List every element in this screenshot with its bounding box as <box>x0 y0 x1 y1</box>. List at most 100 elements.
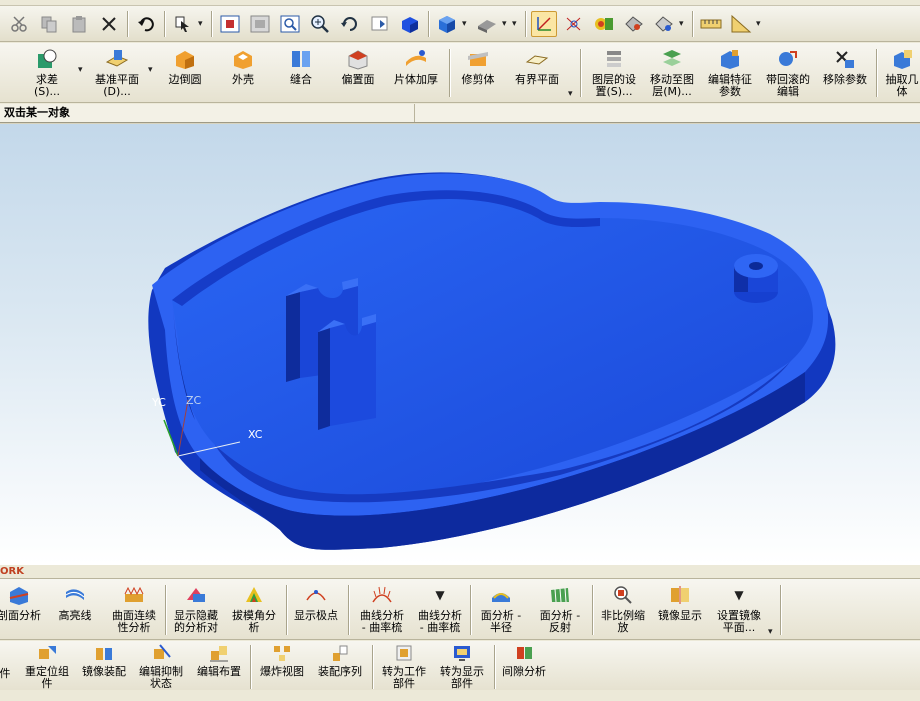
sew-label: 缝合 <box>290 73 312 86</box>
zoom-in-icon[interactable] <box>307 11 333 37</box>
reposition-component-button[interactable]: 重定位组 件 <box>20 643 74 697</box>
toolbar-separator <box>428 10 429 37</box>
zoom-window-icon[interactable] <box>247 11 273 37</box>
toolbar-separator <box>580 49 581 97</box>
toolbar-options-dropdown-icon[interactable]: ▾ <box>512 19 520 29</box>
face-analysis-reflection-icon <box>547 583 573 607</box>
wcs-icon[interactable] <box>531 10 557 37</box>
standard-toolbar: ▾ ▾ ▾ ▾ ▾ ▾ <box>0 6 920 42</box>
offset-face-button[interactable]: 偏置面 <box>333 47 383 101</box>
draft-analysis-button[interactable]: 拔模角分 析 <box>228 583 280 637</box>
fit-icon[interactable] <box>217 11 243 37</box>
graphics-window[interactable]: XC YC ZC <box>0 124 920 564</box>
set-mirror-plane-button[interactable]: ▼ 设置镜像 平面... <box>710 583 768 637</box>
toolbar-separator <box>165 585 166 635</box>
face-analysis-reflection-button[interactable]: 面分析 - 反射 <box>532 583 588 637</box>
clip-icon[interactable] <box>621 11 647 37</box>
mirror-display-button[interactable]: 镜像显示 <box>652 583 708 637</box>
zoom-box-icon[interactable] <box>277 11 303 37</box>
section-analysis-button[interactable]: 剖面分析 <box>0 583 44 637</box>
edge-blend-button[interactable]: 边倒圆 <box>160 47 210 101</box>
measure-icon[interactable] <box>698 11 724 37</box>
analysis-toolbar-dropdown-icon[interactable]: ▾ <box>768 627 773 637</box>
curve-curvature-comb-2-sublabel: - 曲率梳 <box>419 621 461 634</box>
thicken-sheet-label: 片体加厚 <box>394 73 438 86</box>
edit-suppression-state-button[interactable]: 编辑抑制 状态 <box>134 643 188 697</box>
shell-button[interactable]: 外壳 <box>218 47 268 101</box>
face-analysis-radius-icon <box>488 583 514 607</box>
datum-plane-icon <box>104 47 130 71</box>
view-orientation-icon[interactable] <box>474 11 500 37</box>
edge-blend-icon <box>172 47 198 71</box>
show-hide-analysis-button[interactable]: 显示隐藏 的分析对 <box>170 583 222 637</box>
delete-icon[interactable] <box>96 11 122 37</box>
move-to-layer-button[interactable]: 移动至图 层(M)... <box>644 47 700 101</box>
assembly-sequence-button[interactable]: 装配序列 <box>312 643 368 697</box>
pan-icon[interactable] <box>367 11 393 37</box>
edit-with-rollback-button[interactable]: 带回滚的 编辑 <box>760 47 816 101</box>
non-uniform-scale-button[interactable]: 非比例缩 放 <box>596 583 650 637</box>
show-hide-analysis-sublabel: 的分析对 <box>174 621 218 634</box>
assembly-sequence-label: 装配序列 <box>318 665 362 678</box>
trim-body-icon <box>465 47 491 71</box>
make-work-part-button[interactable]: 转为工作 部件 <box>376 643 432 697</box>
curve-curvature-comb-button[interactable]: 曲线分析 - 曲率梳 <box>354 583 410 637</box>
toolbar-separator <box>211 10 212 37</box>
view-orientation-dropdown-icon[interactable]: ▾ <box>502 19 510 29</box>
feature-toolbar-dropdown-icon[interactable]: ▾ <box>568 89 573 99</box>
rotate-icon[interactable] <box>337 11 363 37</box>
highlight-lines-button[interactable]: 高亮线 <box>52 583 98 637</box>
render-style-dropdown-icon[interactable]: ▾ <box>462 19 470 29</box>
select-filter-dropdown-icon[interactable]: ▾ <box>198 19 206 29</box>
subtract-dropdown-icon[interactable]: ▾ <box>78 65 83 75</box>
select-filter-icon[interactable] <box>170 11 196 37</box>
edit-suppression-state-sublabel: 状态 <box>150 677 172 690</box>
face-analysis-radius-button[interactable]: 面分析 - 半径 <box>474 583 528 637</box>
exploded-view-button[interactable]: 爆炸视图 <box>255 643 309 697</box>
curve-curvature-comb-2-button[interactable]: ▼ 曲线分析 - 曲率梳 <box>412 583 468 637</box>
undo-icon[interactable] <box>133 11 159 37</box>
make-displayed-part-button[interactable]: 转为显示 部件 <box>434 643 490 697</box>
subtract-button[interactable]: 求差 (S)... <box>22 47 72 101</box>
cut-icon[interactable] <box>6 11 32 37</box>
remove-parameters-button[interactable]: 移除参数 <box>818 47 872 101</box>
clearance-analysis-icon <box>511 643 537 663</box>
ruler-icon[interactable] <box>728 11 754 37</box>
edit-feature-parameters-button[interactable]: 编辑特征 参数 <box>703 47 757 101</box>
snap-point-icon[interactable] <box>561 11 587 37</box>
analysis-icon[interactable] <box>591 11 617 37</box>
clearance-analysis-button[interactable]: 间隙分析 <box>496 643 552 697</box>
show-poles-icon <box>303 583 329 607</box>
measure-dropdown-icon[interactable]: ▾ <box>756 19 764 29</box>
wcs-y-label: YC <box>152 396 166 409</box>
layer-visibility-icon[interactable] <box>651 11 677 37</box>
move-to-layer-icon <box>659 47 685 71</box>
sew-button[interactable]: 缝合 <box>276 47 326 101</box>
bounded-plane-button[interactable]: 有界平面 <box>508 47 566 101</box>
component-button[interactable]: 件 <box>0 647 18 701</box>
bounded-plane-label: 有界平面 <box>515 73 559 86</box>
toolbar-separator <box>692 10 693 37</box>
extract-geometry-button[interactable]: 抽取几 体 <box>880 47 920 101</box>
paste-icon[interactable] <box>66 11 92 37</box>
make-displayed-part-sublabel: 部件 <box>451 677 473 690</box>
edit-arrangements-button[interactable]: 编辑布置 <box>192 643 246 697</box>
datum-plane-dropdown-icon[interactable]: ▾ <box>148 65 153 75</box>
show-poles-button[interactable]: 显示极点 <box>290 583 342 637</box>
edit-arrangements-icon <box>206 643 232 663</box>
visibility-dropdown-icon[interactable]: ▾ <box>679 19 687 29</box>
copy-icon[interactable] <box>36 11 62 37</box>
render-style-icon[interactable] <box>434 11 460 37</box>
mirror-assembly-button[interactable]: 镜像装配 <box>78 643 130 697</box>
toolbar-separator <box>449 49 450 97</box>
layer-settings-button[interactable]: 图层的设 置(S)... <box>587 47 641 101</box>
edit-with-rollback-icon <box>775 47 801 71</box>
thicken-sheet-button[interactable]: 片体加厚 <box>388 47 444 101</box>
part-model[interactable] <box>0 124 920 564</box>
toolbar-separator <box>525 10 526 37</box>
surface-continuity-button[interactable]: 曲面连续 性分析 <box>108 583 160 637</box>
trim-body-button[interactable]: 修剪体 <box>454 47 502 101</box>
shaded-view-icon[interactable] <box>397 11 423 37</box>
surface-continuity-sublabel: 性分析 <box>117 621 151 634</box>
datum-plane-button[interactable]: 基准平面 (D)... <box>88 47 146 101</box>
